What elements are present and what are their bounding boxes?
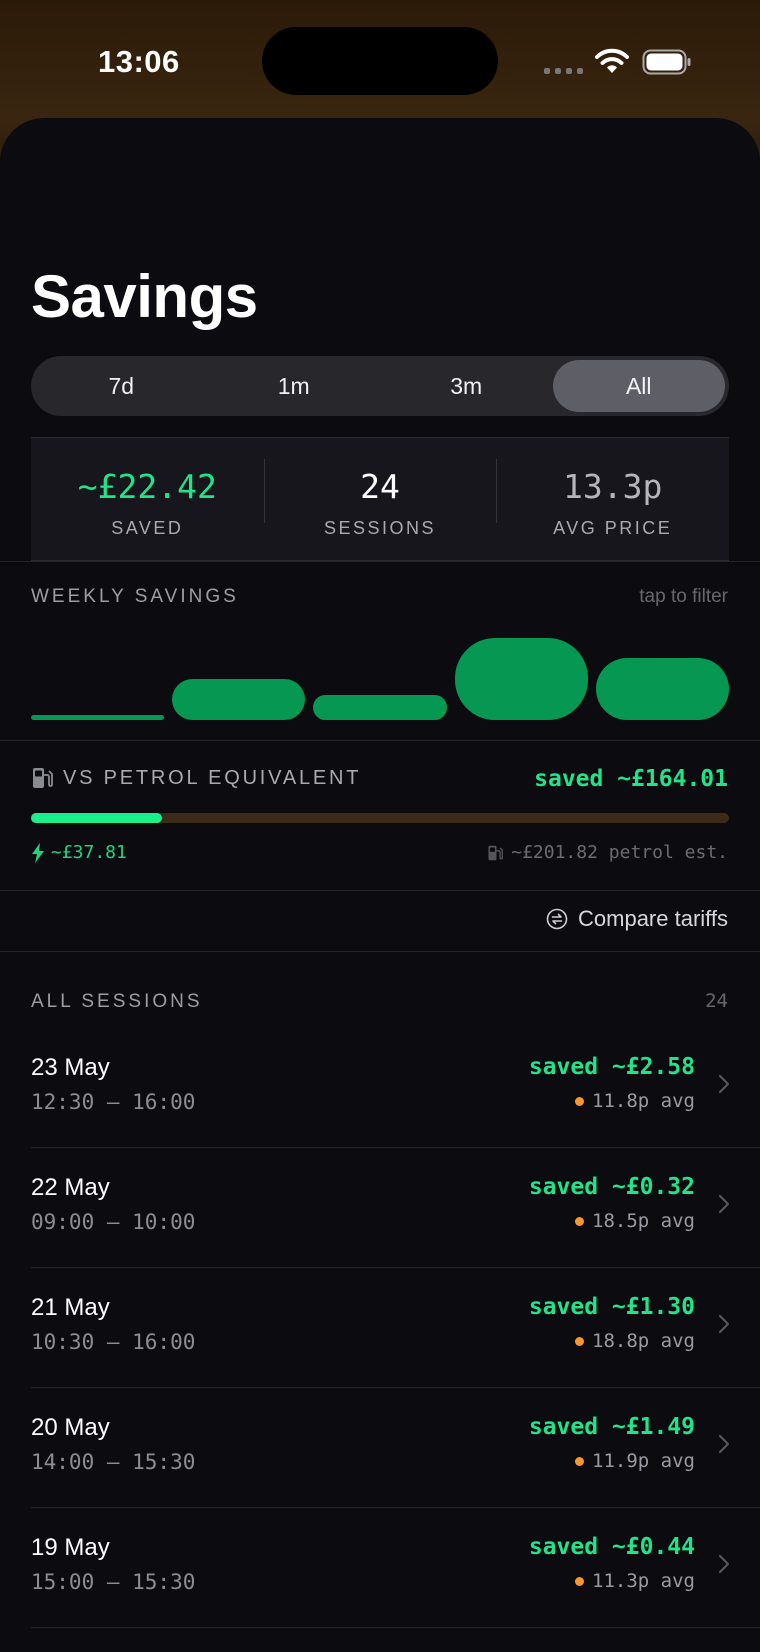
chevron-right-icon bbox=[718, 1434, 730, 1454]
session-avg-price: 18.8p avg bbox=[575, 1330, 695, 1352]
status-time: 13:06 bbox=[98, 44, 180, 79]
page-title: Savings bbox=[31, 263, 258, 330]
sessions-count: 24 bbox=[705, 990, 728, 1012]
weekly-savings-bar[interactable] bbox=[595, 657, 729, 720]
chevron-right-icon bbox=[718, 1314, 730, 1334]
dynamic-island bbox=[262, 27, 498, 95]
range-selector: 7d 1m 3m All bbox=[31, 356, 729, 416]
session-date: 19 May bbox=[31, 1534, 110, 1561]
session-row[interactable]: 23 May 12:30 — 16:00 saved ~£2.58 11.8p … bbox=[0, 1028, 760, 1148]
stat-saved: ~£22.42 SAVED bbox=[31, 459, 264, 539]
stat-saved-label: SAVED bbox=[111, 518, 184, 538]
stat-sessions: 24 SESSIONS bbox=[263, 459, 497, 539]
chevron-right-icon bbox=[718, 1074, 730, 1094]
session-row[interactable]: 19 May 15:00 — 15:30 saved ~£0.44 11.3p … bbox=[0, 1508, 760, 1628]
status-bar: 13:06 bbox=[0, 0, 760, 120]
divider bbox=[0, 740, 760, 741]
session-avg-value: 11.3p avg bbox=[592, 1570, 695, 1592]
session-time: 10:30 — 16:00 bbox=[31, 1330, 196, 1354]
chevron-right-icon bbox=[718, 1194, 730, 1214]
weekly-savings-bar[interactable] bbox=[31, 715, 165, 720]
session-avg-price: 18.5p avg bbox=[575, 1210, 695, 1232]
session-date: 20 May bbox=[31, 1414, 110, 1441]
stat-sessions-label: SESSIONS bbox=[323, 518, 437, 538]
cellular-signal-icon bbox=[544, 68, 583, 74]
stat-sessions-value: 24 bbox=[360, 467, 400, 506]
range-3m[interactable]: 3m bbox=[380, 360, 553, 412]
fuel-pump-icon bbox=[488, 845, 504, 860]
price-dot-icon bbox=[575, 1096, 585, 1106]
weekly-savings-chart bbox=[31, 630, 729, 720]
session-avg-price: 11.9p avg bbox=[575, 1450, 695, 1472]
session-avg-value: 11.9p avg bbox=[592, 1450, 695, 1472]
weekly-savings-bar[interactable] bbox=[172, 679, 306, 720]
session-saved: saved ~£1.49 bbox=[528, 1414, 695, 1440]
petrol-comparison-bar bbox=[31, 813, 729, 823]
session-row[interactable]: 22 May 09:00 — 10:00 saved ~£0.32 18.5p … bbox=[0, 1148, 760, 1268]
stat-saved-value: ~£22.42 bbox=[77, 467, 217, 506]
stat-avg-price-label: AVG PRICE bbox=[553, 518, 673, 538]
chevron-right-icon bbox=[718, 1554, 730, 1574]
session-row[interactable]: 20 May 14:00 — 15:30 saved ~£1.49 11.9p … bbox=[0, 1388, 760, 1508]
ev-cost-fill bbox=[31, 813, 162, 823]
lightning-icon bbox=[32, 842, 44, 863]
petrol-saved-amount: saved ~£164.01 bbox=[534, 766, 728, 792]
session-time: 12:30 — 16:00 bbox=[31, 1090, 196, 1114]
session-time: 15:00 — 15:30 bbox=[31, 1570, 196, 1594]
session-avg-value: 11.8p avg bbox=[592, 1090, 695, 1112]
battery-icon bbox=[642, 49, 691, 75]
session-avg-price: 11.8p avg bbox=[575, 1090, 695, 1112]
session-saved: saved ~£0.44 bbox=[528, 1534, 695, 1560]
price-dot-icon bbox=[575, 1336, 585, 1346]
stats-panel: ~£22.42 SAVED 24 SESSIONS 13.3p AVG PRIC… bbox=[31, 437, 729, 561]
session-saved: saved ~£0.32 bbox=[528, 1174, 695, 1200]
session-avg-price: 11.3p avg bbox=[575, 1570, 695, 1592]
wifi-icon bbox=[595, 48, 629, 73]
compare-tariffs-button[interactable]: Compare tariffs bbox=[546, 906, 728, 932]
session-avg-value: 18.8p avg bbox=[592, 1330, 695, 1352]
petrol-estimate: ~£201.82 petrol est. bbox=[487, 842, 728, 863]
ev-cost-value: ~£37.81 bbox=[51, 842, 127, 863]
session-date: 21 May bbox=[31, 1294, 110, 1321]
range-7d[interactable]: 7d bbox=[35, 360, 208, 412]
session-time: 14:00 — 15:30 bbox=[31, 1450, 196, 1474]
range-all[interactable]: All bbox=[552, 360, 725, 412]
session-date: 23 May bbox=[31, 1054, 110, 1081]
divider bbox=[0, 890, 760, 891]
petrol-estimate-value: ~£201.82 petrol est. bbox=[511, 842, 728, 863]
price-dot-icon bbox=[575, 1456, 585, 1466]
stat-avg-price: 13.3p AVG PRICE bbox=[496, 459, 729, 539]
session-date: 22 May bbox=[31, 1174, 110, 1201]
session-time: 09:00 — 10:00 bbox=[31, 1210, 196, 1234]
ev-cost: ~£37.81 bbox=[31, 842, 127, 863]
swap-circle-icon bbox=[546, 908, 568, 930]
petrol-comparison-label: VS PETROL EQUIVALENT bbox=[63, 766, 362, 789]
weekly-savings-bar[interactable] bbox=[454, 638, 588, 720]
row-divider bbox=[31, 1627, 760, 1628]
divider bbox=[0, 951, 760, 952]
session-row[interactable]: 21 May 10:30 — 16:00 saved ~£1.30 18.8p … bbox=[0, 1268, 760, 1388]
tap-to-filter-hint: tap to filter bbox=[639, 586, 728, 607]
price-dot-icon bbox=[575, 1576, 585, 1586]
weekly-savings-label: WEEKLY SAVINGS bbox=[31, 586, 239, 607]
petrol-comparison-header: VS PETROL EQUIVALENT bbox=[31, 766, 361, 790]
session-saved: saved ~£2.58 bbox=[528, 1054, 695, 1080]
compare-tariffs-label: Compare tariffs bbox=[578, 906, 728, 931]
fuel-pump-icon bbox=[33, 768, 53, 788]
price-dot-icon bbox=[575, 1216, 585, 1226]
session-saved: saved ~£1.30 bbox=[528, 1294, 695, 1320]
all-sessions-label: ALL SESSIONS bbox=[31, 991, 203, 1012]
session-avg-value: 18.5p avg bbox=[592, 1210, 695, 1232]
stat-avg-price-value: 13.3p bbox=[563, 467, 663, 506]
range-1m[interactable]: 1m bbox=[208, 360, 381, 412]
divider bbox=[0, 561, 760, 562]
weekly-savings-bar[interactable] bbox=[313, 695, 447, 720]
